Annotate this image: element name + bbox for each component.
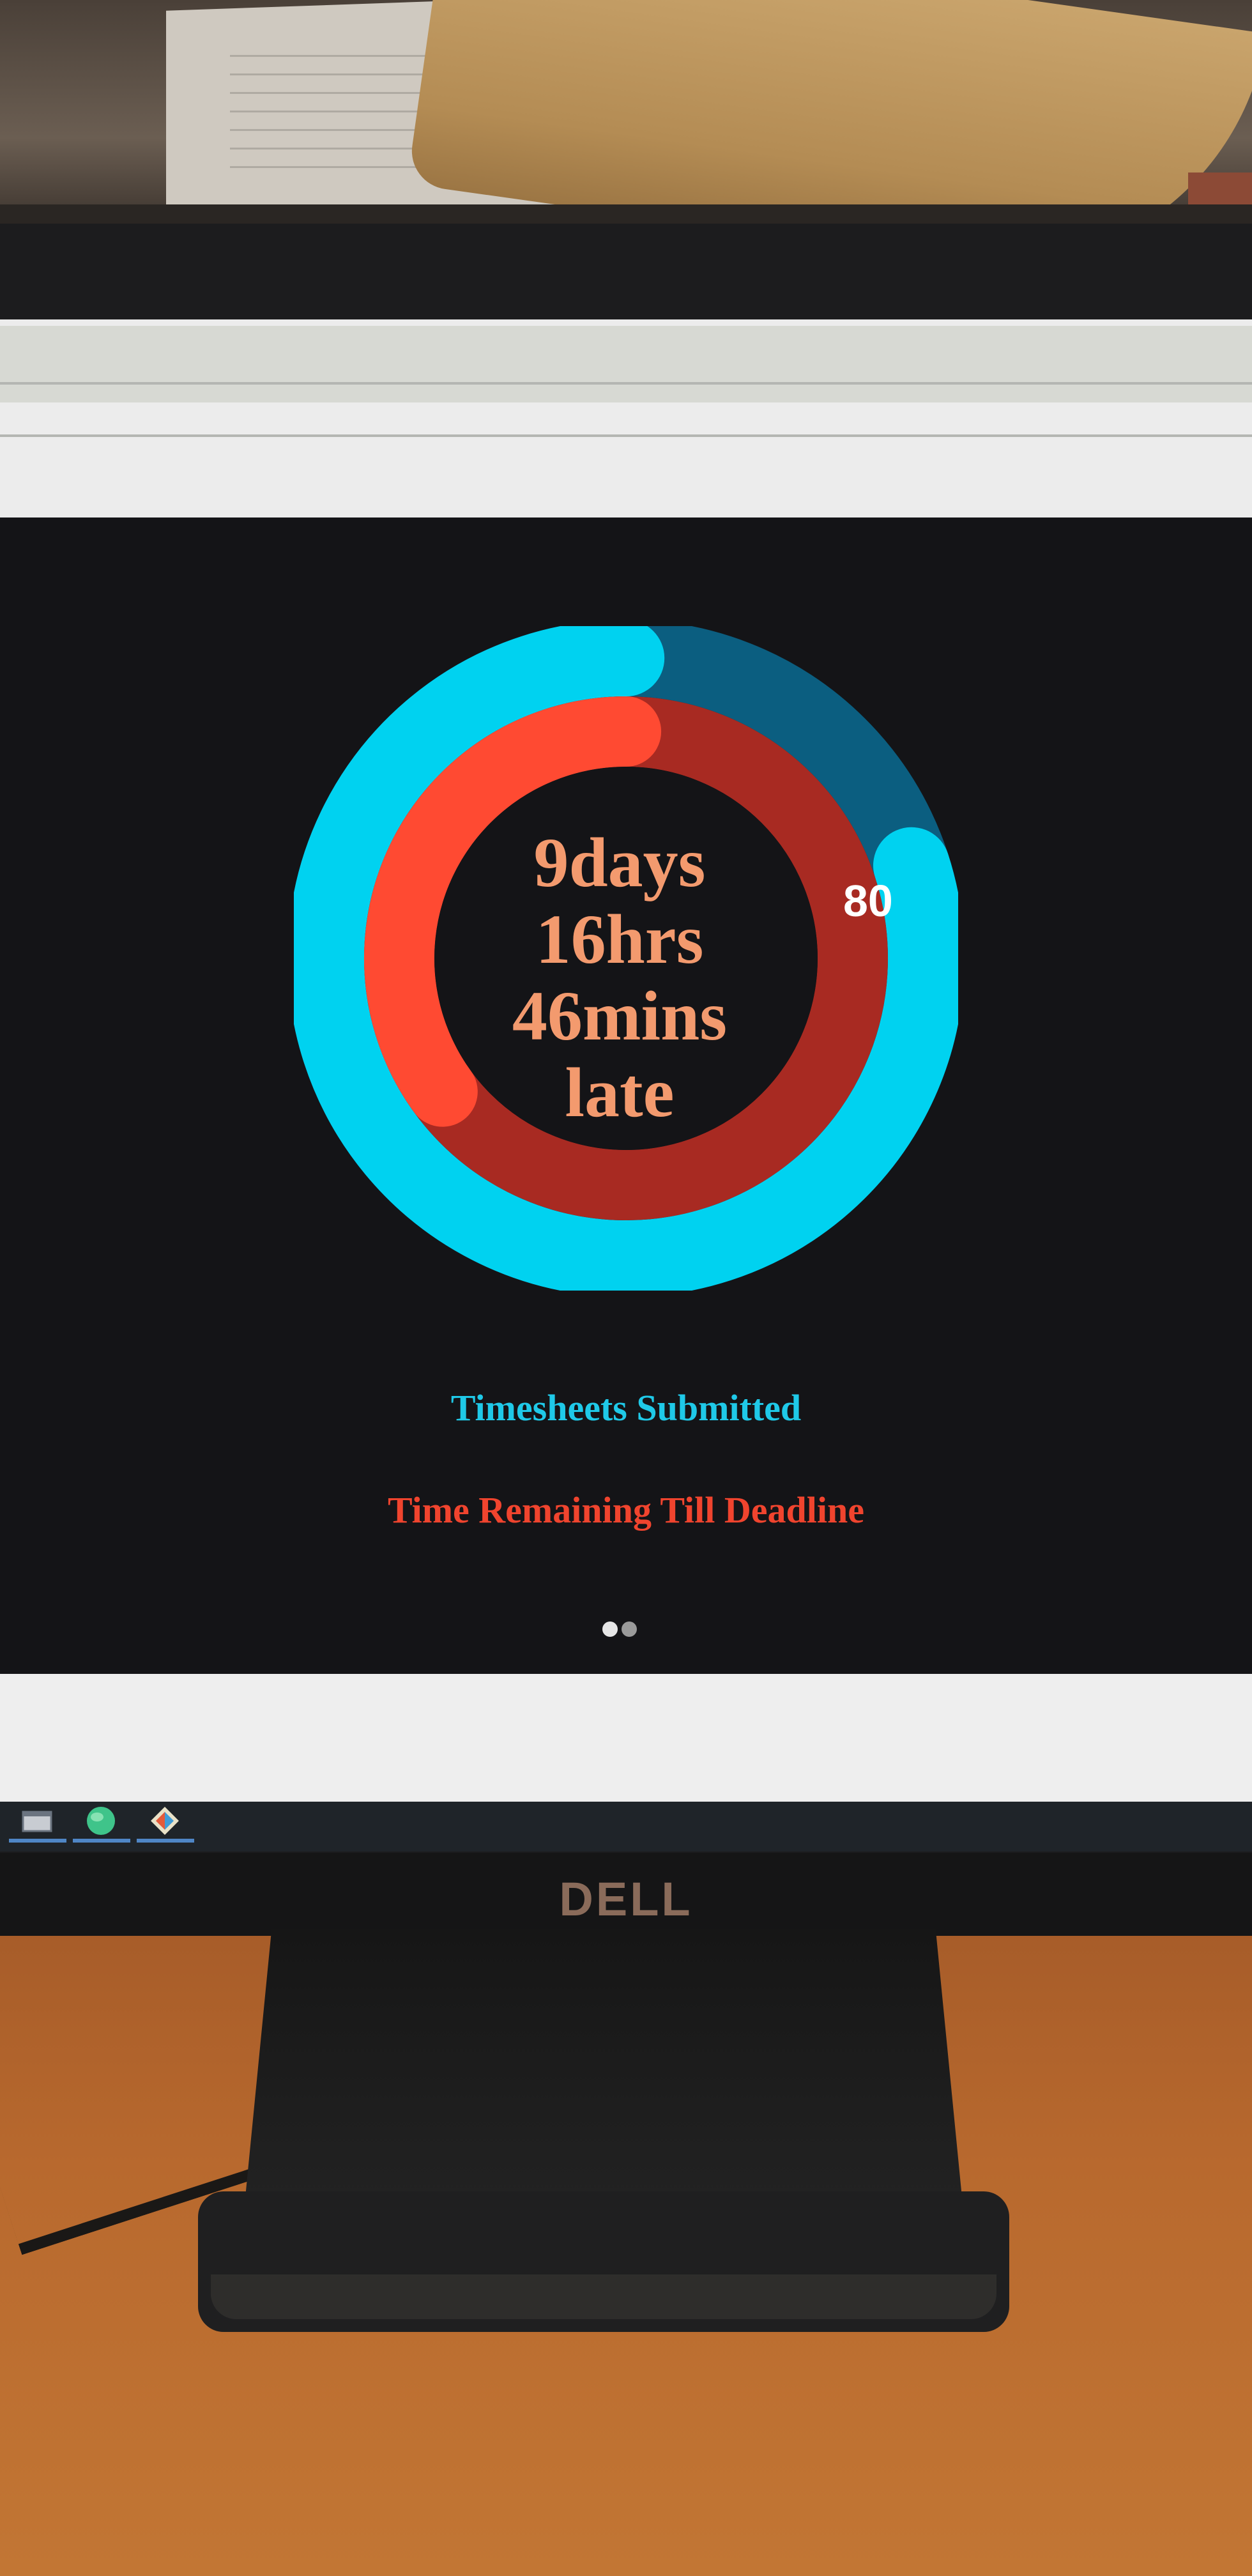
app-icon[interactable] [146,1803,184,1839]
readout-minutes: 46mins [512,977,728,1055]
readout-days: 9days [533,824,706,901]
page-divider [0,434,1252,437]
pager-dot-2[interactable] [622,1621,637,1637]
monitor-stand-neck [243,1929,965,2223]
globe-icon[interactable] [82,1803,120,1839]
monitor-top-edge [0,204,1252,224]
page-footer [0,1674,1252,1802]
browser-toolbar [0,326,1252,402]
taskbar-indicator [137,1839,194,1843]
readout-hours: 16hrs [535,900,704,978]
carousel-pager [600,1621,639,1640]
taskbar-indicator [73,1839,130,1843]
time-late-readout: 9days 16hrs 46mins late [447,824,792,1131]
readout-status: late [565,1054,675,1131]
monitor-brand-logo: DELL [559,1873,693,1926]
monitor-stand-edge [211,2274,996,2319]
browser-divider [0,382,1252,385]
window-icon[interactable] [18,1803,56,1839]
windows-taskbar [0,1802,1252,1851]
legend-timesheets-submitted: Timesheets Submitted [450,1387,802,1429]
legend-time-remaining: Time Remaining Till Deadline [387,1489,865,1531]
pager-dot-1[interactable] [602,1621,618,1637]
submitted-value-label: 80 [843,876,893,926]
taskbar-indicator [9,1839,66,1843]
